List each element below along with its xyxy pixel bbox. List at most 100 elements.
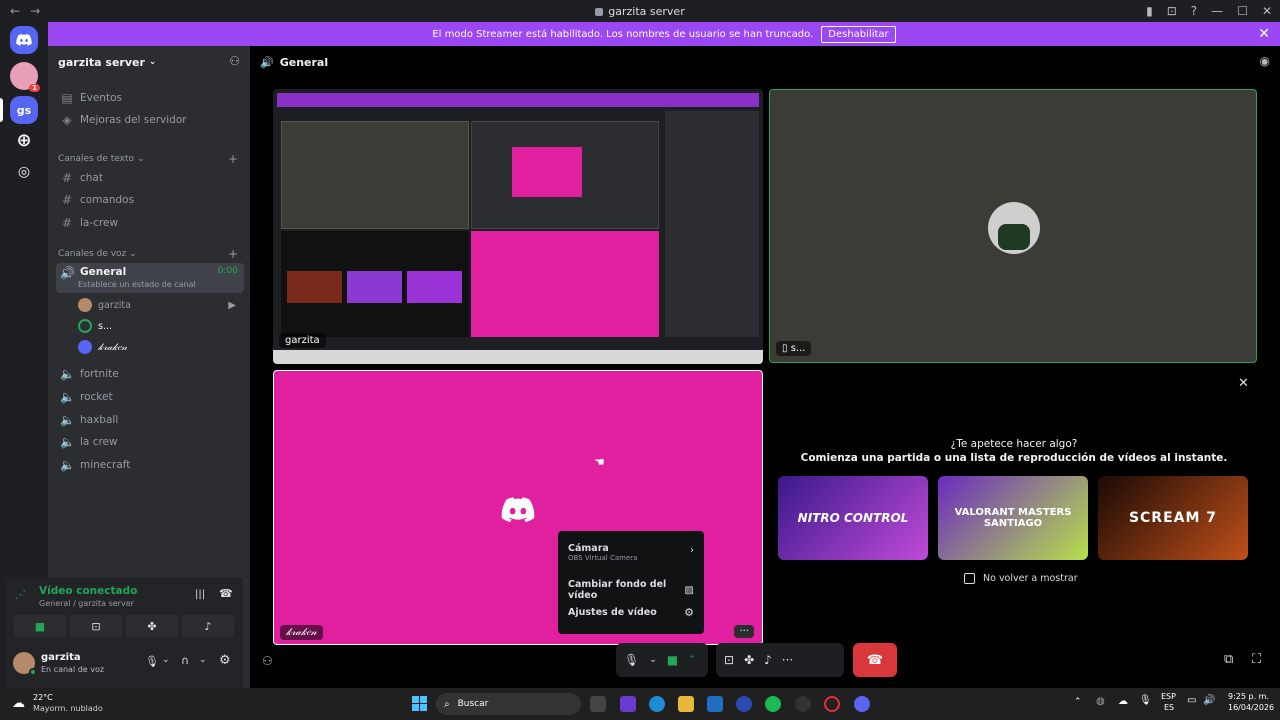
channel-comandos[interactable]: # comandos <box>56 190 244 210</box>
close-window-button[interactable]: ✕ <box>1262 4 1272 18</box>
activities-button[interactable]: ✤ <box>126 615 178 637</box>
camera-menu-item[interactable]: Cámara OBS Virtual Camera › <box>568 537 694 567</box>
change-background-menu-item[interactable]: Cambiar fondo del vídeo ▨ <box>568 579 694 601</box>
chat-bubble-icon[interactable]: ◉ <box>1260 54 1270 68</box>
participant-tile[interactable]: ▯ s... <box>769 89 1257 363</box>
video-settings-menu-item[interactable]: Ajustes de vídeo ⚙ <box>568 601 694 623</box>
chevron-up-icon[interactable]: ⌃ <box>688 655 696 665</box>
bookmark-icon[interactable]: ▮ <box>1146 4 1153 18</box>
activity-card[interactable]: NITRO CONTROL <box>778 476 928 560</box>
screen-share-icon[interactable]: ⊡ <box>724 653 734 667</box>
disconnect-icon[interactable]: ☎ <box>219 587 233 600</box>
server-header[interactable]: garzita server ⌄ ⚇ <box>48 46 250 78</box>
network-icon[interactable]: ▭ <box>1187 695 1196 706</box>
voice-channel-la-crew[interactable]: 🔈 la crew <box>56 432 244 452</box>
add-server-icon[interactable]: ⊕ <box>10 126 38 154</box>
camera-icon[interactable]: ■ <box>667 653 678 667</box>
microphone-icon[interactable]: 🎙 <box>145 655 159 668</box>
banner-close-icon[interactable]: ✕ <box>1258 26 1270 42</box>
popout-icon[interactable]: ⧉ <box>1224 652 1233 667</box>
add-channel-icon[interactable]: + <box>228 152 238 166</box>
weather-temp[interactable]: 22°C <box>33 693 53 702</box>
activity-card[interactable]: SCREAM 7 <box>1098 476 1248 560</box>
more-icon[interactable]: ··· <box>782 653 793 667</box>
voice-participant[interactable]: s... <box>78 319 240 333</box>
voice-channel-fortnite[interactable]: 🔈 fortnite <box>56 364 244 384</box>
voice-channel-minecraft[interactable]: 🔈 minecraft <box>56 455 244 475</box>
microphone-icon[interactable]: 🎙 <box>1139 695 1152 706</box>
edge-browser-icon[interactable] <box>649 696 665 712</box>
minimize-button[interactable]: — <box>1211 4 1223 18</box>
speaker-icon: 🔈 <box>60 367 75 381</box>
clock-date[interactable]: 16/04/2026 <box>1228 703 1274 712</box>
voice-channel-haxball[interactable]: 🔈 haxball <box>56 410 244 430</box>
explore-icon[interactable]: ◎ <box>10 158 38 186</box>
file-explorer-app-icon[interactable] <box>590 696 606 712</box>
signal-icon[interactable]: ⋰ <box>15 588 26 601</box>
microphone-icon[interactable]: 🎙 <box>624 653 639 667</box>
help-icon[interactable]: ? <box>1191 4 1197 18</box>
language-indicator[interactable]: ESP <box>1161 692 1176 701</box>
noise-suppression-icon[interactable]: ||| <box>195 589 205 600</box>
settings-gear-icon[interactable]: ⚙ <box>219 653 231 668</box>
username[interactable]: garzita <box>41 652 81 663</box>
maximize-button[interactable]: ☐ <box>1237 4 1248 18</box>
weather-icon[interactable]: ☁ <box>12 696 25 711</box>
checkbox[interactable] <box>964 573 975 584</box>
sidebar-item-events[interactable]: ▤ Eventos <box>56 88 244 108</box>
garzita-server-icon[interactable]: gs <box>10 96 38 124</box>
fullscreen-icon[interactable]: ⛶ <box>1252 652 1261 667</box>
more-options-button[interactable]: ··· <box>734 625 754 638</box>
chevron-down-icon[interactable]: ⌄ <box>162 655 170 665</box>
clock-time[interactable]: 9:25 p. m. <box>1228 692 1269 701</box>
add-channel-icon[interactable]: + <box>228 247 238 261</box>
chevron-down-icon[interactable]: ⌄ <box>649 655 657 665</box>
volume-icon[interactable]: 🔊 <box>1203 695 1215 706</box>
channel-status[interactable]: Establece un estado de canal <box>78 280 196 289</box>
tray-icon[interactable]: ◍ <box>1096 696 1105 707</box>
windows-start-icon[interactable] <box>412 696 427 711</box>
dont-show-again[interactable]: No volver a mostrar <box>964 573 1078 584</box>
activities-icon[interactable]: ✤ <box>744 653 754 667</box>
spotify-icon[interactable] <box>765 696 781 712</box>
connection-location[interactable]: General / garzita server <box>39 599 134 608</box>
discord-home-icon[interactable] <box>10 26 38 54</box>
voice-channel-rocket[interactable]: 🔈 rocket <box>56 387 244 407</box>
camera-button[interactable]: ■ <box>14 615 66 637</box>
headphones-icon[interactable]: ∩ <box>181 654 189 667</box>
screen-share-tile[interactable]: garzita <box>273 89 763 364</box>
app-icon[interactable] <box>620 696 636 712</box>
opera-icon[interactable] <box>824 696 840 712</box>
activity-card[interactable]: VALORANT MASTERS SANTIAGO <box>938 476 1088 560</box>
voice-participant[interactable]: garzita ▶ <box>78 298 240 312</box>
weather-desc[interactable]: Mayorm. nublado <box>33 704 103 713</box>
app-icon[interactable] <box>736 696 752 712</box>
disconnect-button[interactable]: ☎ <box>853 643 897 677</box>
chevron-down-icon[interactable]: ⌄ <box>199 655 207 665</box>
voice-channel-general[interactable]: 🔊 General 0:00 Establece un estado de ca… <box>56 263 244 293</box>
invite-people-icon[interactable]: ⚇ <box>229 54 240 68</box>
soundboard-button[interactable]: ♪ <box>182 615 234 637</box>
soundboard-icon[interactable]: ♪ <box>764 653 772 667</box>
dm-avatar[interactable]: 1 <box>10 62 40 92</box>
channel-chat[interactable]: # chat <box>56 168 244 188</box>
inbox-icon[interactable]: ⊡ <box>1167 4 1177 18</box>
chevron-up-icon[interactable]: ⌃ <box>1074 697 1082 707</box>
text-channels-category[interactable]: Canales de texto ⌄ + <box>58 152 238 166</box>
close-activity-icon[interactable]: ✕ <box>1238 376 1249 391</box>
channel-la-crew[interactable]: # la-crew <box>56 213 244 233</box>
cloud-icon[interactable]: ☁ <box>1118 696 1128 707</box>
folder-icon[interactable] <box>678 696 694 712</box>
checkbox-label: No volver a mostrar <box>983 573 1078 584</box>
taskbar-search[interactable]: ⌕ Buscar <box>436 693 581 715</box>
sidebar-item-boosts[interactable]: ◈ Mejoras del servidor <box>56 110 244 130</box>
screen-share-button[interactable]: ⊡ <box>70 615 122 637</box>
app-icon[interactable] <box>795 696 811 712</box>
disable-streamer-button[interactable]: Deshabilitar <box>821 25 896 43</box>
discord-taskbar-icon[interactable] <box>854 696 870 712</box>
voice-channels-category[interactable]: Canales de voz ⌄ + <box>58 247 238 261</box>
store-icon[interactable] <box>707 696 723 712</box>
voice-participant[interactable]: 𝓀𝓇𝒶𝓀𝑒𝓃 <box>78 340 240 354</box>
keyboard-layout[interactable]: ES <box>1164 703 1174 712</box>
add-friend-icon[interactable]: ⚇ <box>262 654 273 668</box>
